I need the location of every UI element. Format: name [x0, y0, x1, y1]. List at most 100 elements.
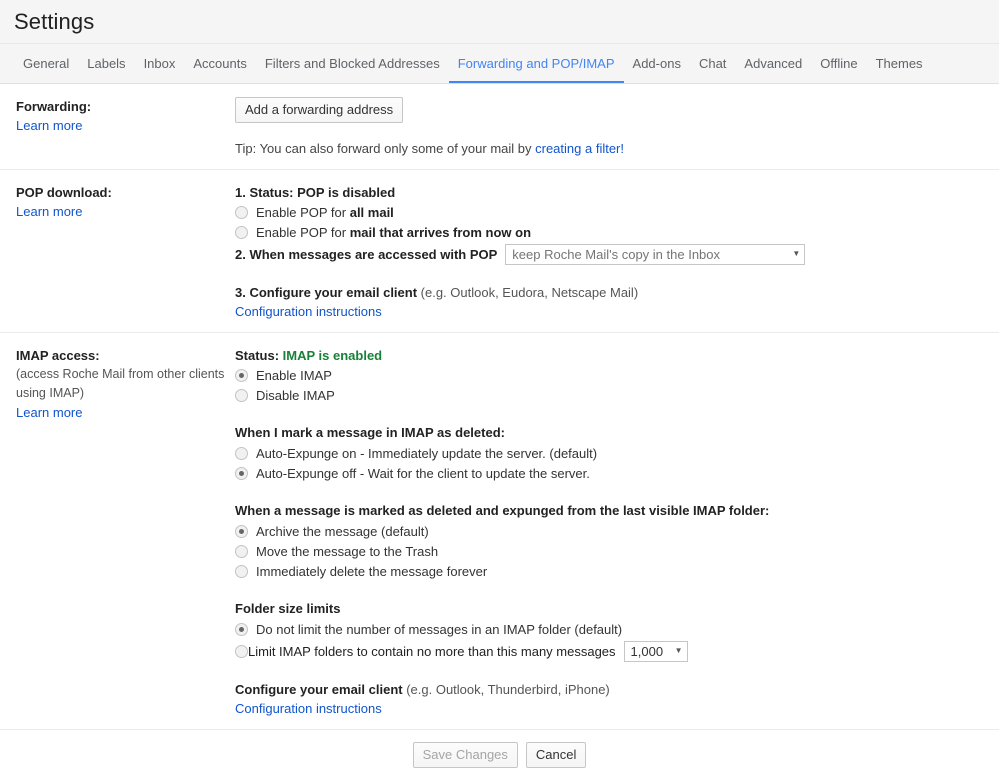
imap-deleted-archive-radio[interactable] — [235, 525, 248, 538]
creating-a-filter-link[interactable]: creating a filter! — [535, 141, 624, 156]
pop-configure-line: 3. Configure your email client (e.g. Out… — [235, 283, 983, 302]
chevron-down-icon: ▼ — [792, 249, 801, 258]
tab-accounts[interactable]: Accounts — [184, 44, 255, 83]
imap-expunge-title: When I mark a message in IMAP as deleted… — [235, 425, 505, 440]
imap-expunge-block: When I mark a message in IMAP as deleted… — [235, 423, 983, 483]
forwarding-tip-text: Tip: You can also forward only some of y… — [235, 141, 536, 156]
forwarding-label-column: Forwarding: Learn more — [0, 97, 235, 158]
page-title: Settings — [14, 8, 95, 34]
imap-expunge-off-radio[interactable] — [235, 467, 248, 480]
tab-add-ons[interactable]: Add-ons — [624, 44, 690, 83]
tab-filters-and-blocked-addresses[interactable]: Filters and Blocked Addresses — [256, 44, 449, 83]
section-imap-access: IMAP access: (access Roche Mail from oth… — [0, 333, 999, 729]
tab-offline[interactable]: Offline — [811, 44, 866, 83]
imap-folder-limit-select[interactable]: 1,000 ▼ — [623, 640, 688, 662]
pop-title: POP download: — [16, 185, 112, 200]
pop-enable-all-mail-label: Enable POP for all mail — [256, 205, 394, 220]
section-forwarding: Forwarding: Learn more Add a forwarding … — [0, 84, 999, 170]
section-pop-download: POP download: Learn more 1. Status: POP … — [0, 170, 999, 333]
pop-enable-all-mail-radio[interactable] — [235, 206, 248, 219]
pop-configure-rest: (e.g. Outlook, Eudora, Netscape Mail) — [417, 285, 639, 300]
imap-enable-row[interactable]: Enable IMAP — [235, 366, 983, 385]
tab-forwarding-and-pop-imap[interactable]: Forwarding and POP/IMAP — [448, 44, 624, 83]
imap-disable-radio[interactable] — [235, 389, 248, 402]
pop-enable-from-now-on-label: Enable POP for mail that arrives from no… — [256, 225, 532, 240]
pop-enable-from-now-on-row[interactable]: Enable POP for mail that arrives from no… — [235, 223, 983, 242]
pop-configuration-instructions-link[interactable]: Configuration instructions — [235, 304, 382, 319]
imap-configure-line: Configure your email client (e.g. Outloo… — [235, 680, 983, 699]
imap-expunge-on-row[interactable]: Auto-Expunge on - Immediately update the… — [235, 444, 983, 463]
imap-deleted-forever-row[interactable]: Immediately delete the message forever — [235, 562, 983, 581]
forwarding-body: Add a forwarding address Tip: You can al… — [235, 97, 999, 158]
imap-deleted-trash-radio[interactable] — [235, 545, 248, 558]
pop-enable-from-now-on-bold: mail that arrives from now on — [349, 225, 532, 240]
pop-configure-bold: 3. Configure your email client — [235, 285, 418, 300]
imap-configuration-instructions-link[interactable]: Configuration instructions — [235, 701, 382, 716]
imap-folder-limit-select-value: 1,000 — [630, 643, 664, 659]
settings-tab-bar: General Labels Inbox Accounts Filters an… — [0, 44, 999, 84]
imap-deleted-archive-label: Archive the message (default) — [256, 524, 429, 539]
imap-sub-line-2: using IMAP) — [16, 386, 85, 400]
imap-expunge-off-row[interactable]: Auto-Expunge off - Wait for the client t… — [235, 464, 983, 483]
save-changes-button[interactable]: Save Changes — [412, 742, 518, 768]
imap-status-line: Status: IMAP is enabled — [235, 346, 983, 365]
imap-learn-more-link[interactable]: Learn more — [16, 405, 82, 420]
imap-title: IMAP access: — [16, 348, 100, 363]
tab-chat[interactable]: Chat — [690, 44, 735, 83]
imap-deleted-forever-label: Immediately delete the message forever — [256, 564, 488, 579]
imap-folder-limit-radio[interactable] — [235, 644, 248, 658]
pop-accessed-label: 2. When messages are accessed with POP — [235, 246, 498, 262]
pop-accessed-select-value: keep Roche Mail's copy in the Inbox — [512, 246, 721, 262]
imap-folder-limit-row[interactable]: Limit IMAP folders to contain no more th… — [235, 640, 983, 662]
pop-enable-from-now-on-radio[interactable] — [235, 226, 248, 239]
tab-general[interactable]: General — [14, 44, 78, 83]
forwarding-learn-more-link[interactable]: Learn more — [16, 118, 82, 133]
settings-footer: Save Changes Cancel — [0, 729, 999, 768]
imap-folder-nolimit-radio[interactable] — [235, 623, 248, 636]
forwarding-tip: Tip: You can also forward only some of y… — [235, 139, 983, 158]
pop-accessed-row: 2. When messages are accessed with POP k… — [235, 243, 983, 265]
chevron-down-icon: ▼ — [674, 646, 683, 655]
imap-enable-radio[interactable] — [235, 369, 248, 382]
settings-header: Settings — [0, 0, 999, 44]
imap-folder-nolimit-label: Do not limit the number of messages in a… — [256, 622, 623, 637]
imap-body: Status: IMAP is enabled Enable IMAP Disa… — [235, 346, 999, 718]
pop-body: 1. Status: POP is disabled Enable POP fo… — [235, 183, 999, 321]
settings-content: Forwarding: Learn more Add a forwarding … — [0, 84, 999, 768]
imap-folder-size-title: Folder size limits — [235, 601, 341, 616]
pop-learn-more-link[interactable]: Learn more — [16, 204, 82, 219]
imap-configure-block: Configure your email client (e.g. Outloo… — [235, 680, 983, 718]
imap-configure-rest: (e.g. Outlook, Thunderbird, iPhone) — [402, 682, 610, 697]
imap-folder-size-block: Folder size limits Do not limit the numb… — [235, 599, 983, 662]
tab-advanced[interactable]: Advanced — [735, 44, 811, 83]
imap-folder-nolimit-row[interactable]: Do not limit the number of messages in a… — [235, 620, 983, 639]
imap-disable-row[interactable]: Disable IMAP — [235, 386, 983, 405]
imap-sub-line-1: (access Roche Mail from other clients — [16, 367, 225, 381]
pop-enable-all-mail-bold: all mail — [349, 205, 394, 220]
pop-enable-all-mail-row[interactable]: Enable POP for all mail — [235, 203, 983, 222]
imap-deleted-trash-label: Move the message to the Trash — [256, 544, 439, 559]
imap-folder-limit-label: Limit IMAP folders to contain no more th… — [248, 643, 616, 659]
pop-accessed-select[interactable]: keep Roche Mail's copy in the Inbox ▼ — [505, 243, 806, 265]
imap-disable-label: Disable IMAP — [256, 388, 335, 403]
imap-deleted-archive-row[interactable]: Archive the message (default) — [235, 522, 983, 541]
tab-themes[interactable]: Themes — [867, 44, 932, 83]
imap-expunge-off-label: Auto-Expunge off - Wait for the client t… — [256, 466, 590, 481]
imap-enable-label: Enable IMAP — [256, 368, 332, 383]
imap-label-column: IMAP access: (access Roche Mail from oth… — [0, 346, 235, 718]
imap-deleted-title: When a message is marked as deleted and … — [235, 503, 770, 518]
tab-labels[interactable]: Labels — [78, 44, 134, 83]
add-forwarding-address-button[interactable]: Add a forwarding address — [235, 97, 404, 123]
imap-deleted-trash-row[interactable]: Move the message to the Trash — [235, 542, 983, 561]
imap-status-value: IMAP is enabled — [282, 348, 383, 363]
imap-deleted-forever-radio[interactable] — [235, 565, 248, 578]
tab-inbox[interactable]: Inbox — [135, 44, 185, 83]
imap-expunge-on-label: Auto-Expunge on - Immediately update the… — [256, 446, 598, 461]
imap-status-prefix: Status: — [235, 348, 283, 363]
imap-expunge-on-radio[interactable] — [235, 447, 248, 460]
forwarding-title: Forwarding: — [16, 99, 92, 114]
pop-configure-block: 3. Configure your email client (e.g. Out… — [235, 283, 983, 321]
imap-deleted-block: When a message is marked as deleted and … — [235, 501, 983, 581]
cancel-button[interactable]: Cancel — [525, 742, 587, 768]
pop-status-line: 1. Status: POP is disabled — [235, 185, 396, 200]
